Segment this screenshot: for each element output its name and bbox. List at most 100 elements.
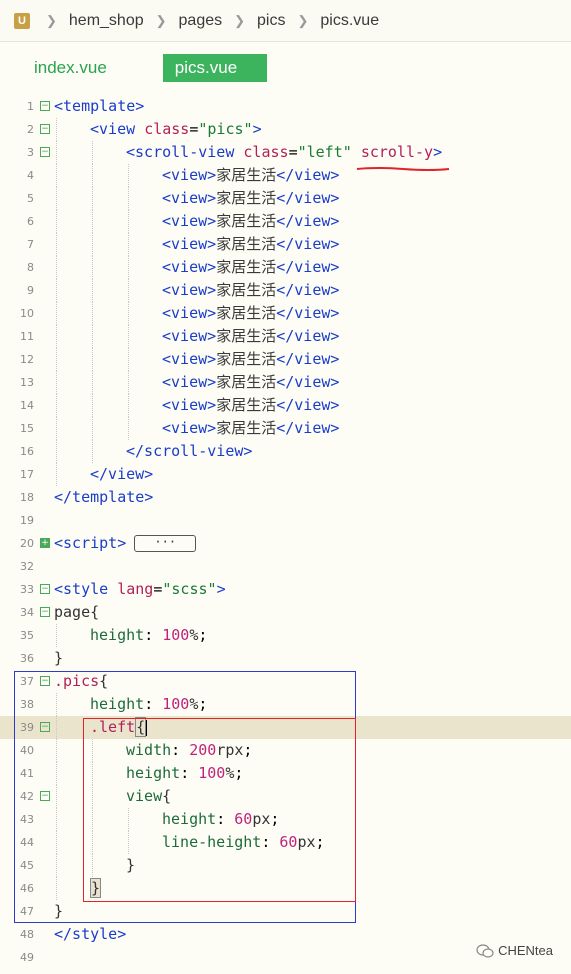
code-text: </view> — [90, 465, 154, 483]
code-text: <view>家居生活</view> — [162, 350, 340, 368]
collapse-fold-icon[interactable]: − — [40, 101, 50, 111]
code-line[interactable]: 1− <template> — [0, 95, 571, 118]
code-text: <view>家居生活</view> — [162, 281, 340, 299]
code-text: page{ — [54, 603, 100, 621]
code-line[interactable]: 13 <view>家居生活</view> — [0, 371, 571, 394]
line-number: 36 — [20, 652, 34, 665]
line-number: 9 — [27, 284, 34, 297]
breadcrumb-item-project[interactable]: hem_shop — [69, 12, 144, 30]
code-text: <view>家居生活</view> — [162, 304, 340, 322]
indent-guide — [128, 233, 129, 256]
code-text: <style lang="scss"> — [54, 580, 226, 598]
indent-guide — [92, 440, 93, 463]
code-line[interactable]: 14 <view>家居生活</view> — [0, 394, 571, 417]
code-text: </scroll-view> — [126, 442, 253, 460]
indent-guide — [128, 164, 129, 187]
collapse-fold-icon[interactable]: − — [40, 607, 50, 617]
code-line[interactable]: 3− <scroll-view class="left" scroll-y> — [0, 141, 571, 164]
tab-index-vue[interactable]: index.vue — [34, 54, 117, 82]
project-logo-icon: U — [14, 12, 30, 29]
watermark-label: CHENtea — [498, 943, 553, 958]
code-line[interactable]: 34− page{ — [0, 601, 571, 624]
code-line[interactable]: 5 <view>家居生活</view> — [0, 187, 571, 210]
code-line[interactable]: 35 height: 100%; — [0, 624, 571, 647]
indent-guide — [92, 210, 93, 233]
breadcrumb-item-pages[interactable]: pages — [179, 12, 223, 30]
breadcrumb-separator-icon: ❯ — [297, 12, 309, 28]
editor-window: U ❯ hem_shop ❯ pages ❯ pics ❯ pics.vue i… — [0, 0, 571, 974]
code-line[interactable]: 7 <view>家居生活</view> — [0, 233, 571, 256]
code-line[interactable]: 6 <view>家居生活</view> — [0, 210, 571, 233]
collapse-fold-icon[interactable]: − — [40, 124, 50, 134]
expand-fold-icon[interactable]: + — [40, 538, 50, 548]
tab-pics-vue[interactable]: pics.vue — [162, 54, 268, 82]
code-line[interactable]: 9 <view>家居生活</view> — [0, 279, 571, 302]
line-number: 11 — [20, 330, 34, 343]
code-text: <view>家居生活</view> — [162, 373, 340, 391]
indent-guide — [56, 624, 57, 647]
breadcrumb-separator-icon: ❯ — [234, 12, 246, 28]
code-line[interactable]: 19 — [0, 509, 571, 532]
code-line[interactable]: 17 </view> — [0, 463, 571, 486]
indent-guide — [92, 302, 93, 325]
watermark: CHENtea — [476, 943, 553, 958]
indent-guide — [92, 371, 93, 394]
code-line[interactable]: 36} — [0, 647, 571, 670]
breadcrumb-item-pics[interactable]: pics — [257, 12, 285, 30]
code-line[interactable]: 11 <view>家居生活</view> — [0, 325, 571, 348]
line-number: 34 — [20, 606, 34, 619]
code-line[interactable]: 10 <view>家居生活</view> — [0, 302, 571, 325]
line-number: 6 — [27, 215, 34, 228]
code-line[interactable]: 4 <view>家居生活</view> — [0, 164, 571, 187]
code-text: <view>家居生活</view> — [162, 327, 340, 345]
code-text: </style> — [54, 925, 127, 943]
indent-guide — [56, 118, 57, 141]
indent-guide — [56, 440, 57, 463]
indent-guide — [92, 233, 93, 256]
line-number: 17 — [20, 468, 34, 481]
indent-guide — [56, 325, 57, 348]
code-line[interactable]: 12 <view>家居生活</view> — [0, 348, 571, 371]
code-text: <view>家居生活</view> — [162, 166, 340, 184]
indent-guide — [92, 187, 93, 210]
indent-guide — [128, 348, 129, 371]
indent-guide — [56, 302, 57, 325]
code-line[interactable]: 32 — [0, 555, 571, 578]
line-number: 20 — [20, 537, 34, 550]
code-text: <view>家居生活</view> — [162, 258, 340, 276]
code-text: <view class="pics"> — [90, 120, 262, 138]
line-number: 15 — [20, 422, 34, 435]
indent-guide — [92, 256, 93, 279]
editor-tabs: index.vue pics.vue — [0, 44, 571, 92]
line-number: 5 — [27, 192, 34, 205]
collapse-fold-icon[interactable]: − — [40, 584, 50, 594]
code-line[interactable]: 20 + <script> ··· — [0, 532, 571, 555]
code-line[interactable]: 33− <style lang="scss"> — [0, 578, 571, 601]
indent-guide — [92, 417, 93, 440]
line-number: 19 — [20, 514, 34, 527]
code-line[interactable]: 8 <view>家居生活</view> — [0, 256, 571, 279]
code-text: <view>家居生活</view> — [162, 212, 340, 230]
code-text: </template> — [54, 488, 154, 506]
indent-guide — [92, 325, 93, 348]
breadcrumb-item-file[interactable]: pics.vue — [320, 12, 379, 30]
indent-guide — [56, 394, 57, 417]
code-line[interactable]: 15 <view>家居生活</view> — [0, 417, 571, 440]
indent-guide — [56, 210, 57, 233]
collapse-fold-icon[interactable]: − — [40, 147, 50, 157]
red-highlight-box — [83, 718, 356, 902]
wechat-icon — [476, 943, 494, 958]
code-line[interactable]: 18 </template> — [0, 486, 571, 509]
indent-guide — [56, 233, 57, 256]
code-line[interactable]: 2− <view class="pics"> — [0, 118, 571, 141]
code-text: <view>家居生活</view> — [162, 419, 340, 437]
line-number: 7 — [27, 238, 34, 251]
line-number: 12 — [20, 353, 34, 366]
indent-guide — [56, 141, 57, 164]
code-line[interactable]: 16 </scroll-view> — [0, 440, 571, 463]
indent-guide — [56, 187, 57, 210]
indent-guide — [128, 302, 129, 325]
code-text: <view>家居生活</view> — [162, 189, 340, 207]
indent-guide — [92, 279, 93, 302]
code-text: <view>家居生活</view> — [162, 396, 340, 414]
